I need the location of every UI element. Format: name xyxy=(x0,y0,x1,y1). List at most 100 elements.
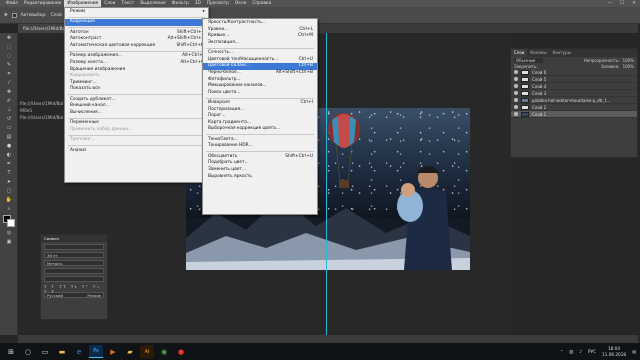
menu-item[interactable]: Коррекция▸ xyxy=(65,19,208,26)
blur-icon[interactable]: ● xyxy=(2,142,16,150)
photoshop-icon[interactable]: Ps xyxy=(89,345,103,358)
tray-arrow-icon[interactable]: ⌃ xyxy=(560,349,564,354)
menu-item[interactable]: Яркость/Контрастность... xyxy=(203,20,317,27)
eye-icon[interactable] xyxy=(514,84,518,88)
eye-icon[interactable] xyxy=(514,98,518,102)
stamp-icon[interactable]: ⊥ xyxy=(2,106,16,114)
menu-item[interactable]: Размер холста... Alt+Ctrl+C xyxy=(65,60,208,67)
zoom-icon[interactable]: ⌕ xyxy=(2,205,16,213)
eye-icon[interactable] xyxy=(514,105,518,109)
layer-row[interactable]: Слой 4 xyxy=(511,83,637,90)
menu-2[interactable]: Изображение xyxy=(64,0,102,7)
edge-icon[interactable]: e xyxy=(72,345,86,358)
style-buttons[interactable]: T T TT Tt T¹ T₁ T Ŧ xyxy=(44,284,104,294)
menu-item[interactable]: Выровнять яркость xyxy=(203,174,317,181)
language-select[interactable]: Русский xyxy=(47,293,63,298)
menu-item[interactable]: Заменить цвет... xyxy=(203,167,317,174)
menu-item[interactable]: Вычисления... xyxy=(65,110,208,117)
media-player-icon[interactable]: ▶ xyxy=(106,345,120,358)
guide-line[interactable] xyxy=(326,33,327,335)
gradient-icon[interactable]: ▤ xyxy=(2,133,16,141)
options-row[interactable]: Русский Резкое xyxy=(44,292,104,298)
chrome-icon[interactable]: ◉ xyxy=(157,345,171,358)
layer-row-selected[interactable]: Слой 1 xyxy=(511,111,637,118)
font-size-field[interactable]: 36 пт xyxy=(44,252,104,258)
menu-item[interactable]: Выборочная коррекция цвета... xyxy=(203,126,317,133)
menu-item[interactable]: Тонирование HDR... xyxy=(203,143,317,150)
search-icon[interactable]: ○ xyxy=(21,345,35,358)
hand-icon[interactable]: ✋ xyxy=(2,196,16,204)
healing-icon[interactable]: ✚ xyxy=(2,88,16,96)
layer-row[interactable]: Слой 3 xyxy=(511,90,637,97)
clock[interactable]: 18:04 11.06.2018 xyxy=(602,346,626,358)
menu-item[interactable]: Внешний канал... xyxy=(65,103,208,110)
layer-row[interactable]: Слой 2 xyxy=(511,104,637,111)
layer-row[interactable]: Слой 5 xyxy=(511,76,637,83)
close-button[interactable]: ✕ xyxy=(628,0,640,7)
menu-item[interactable]: Сочность... xyxy=(203,50,317,57)
path-select-icon[interactable]: ➤ xyxy=(2,178,16,186)
font-family-field[interactable] xyxy=(44,244,104,250)
autoselect-dropdown[interactable]: Слой xyxy=(51,13,62,18)
eye-icon[interactable] xyxy=(514,70,518,74)
menu-item[interactable]: Подобрать цвет... xyxy=(203,160,317,167)
menu-0[interactable]: Файл xyxy=(3,0,21,7)
lasso-icon[interactable]: ◌ xyxy=(2,52,16,60)
move-tool-icon[interactable]: ✥ xyxy=(4,13,8,18)
layer-row[interactable]: palatka-hot-winter-mountains-p_dtr_t... xyxy=(511,97,637,104)
opacity-value[interactable]: 100% xyxy=(623,58,634,63)
windows-icon[interactable]: ⊞ xyxy=(4,345,18,358)
tab-layers[interactable]: Слои xyxy=(511,49,528,57)
eye-icon[interactable] xyxy=(514,91,518,95)
menu-10[interactable]: Справка xyxy=(249,0,274,7)
menu-5[interactable]: Выделение xyxy=(137,0,169,7)
task-view-icon[interactable]: ▭ xyxy=(38,345,52,358)
menu-item[interactable]: Переменные▸ xyxy=(65,120,208,127)
marquee-icon[interactable]: ⬚ xyxy=(2,43,16,51)
notifications-icon[interactable]: ▤ xyxy=(632,349,636,354)
menu-item[interactable]: Автоконтраст Alt+Shift+Ctrl+L xyxy=(65,36,208,43)
menu-item[interactable]: Анализ▸ xyxy=(65,148,208,155)
menu-item[interactable]: Поиск цвета... xyxy=(203,90,317,97)
menu-item[interactable]: Микширование каналов... xyxy=(203,83,317,90)
maximize-button[interactable]: ☐ xyxy=(616,0,628,7)
illustrator-icon[interactable]: Ai xyxy=(140,345,154,358)
menu-item[interactable]: Кривые... Ctrl+M xyxy=(203,33,317,40)
color-swatches[interactable] xyxy=(2,214,16,228)
antialias-select[interactable]: Резкое xyxy=(87,293,101,298)
layer-row[interactable]: Слой 6 xyxy=(511,69,637,76)
brush-icon[interactable]: ✐ xyxy=(2,97,16,105)
pen-icon[interactable]: ✒ xyxy=(2,160,16,168)
menu-item[interactable]: Черно-белое... Alt+Shift+Ctrl+B xyxy=(203,70,317,77)
menu-7[interactable]: 3D xyxy=(192,0,204,7)
file-explorer-icon[interactable]: ▬ xyxy=(55,345,69,358)
tracking-field[interactable] xyxy=(44,268,104,274)
menu-9[interactable]: Окно xyxy=(232,0,249,7)
quick-mask-icon[interactable]: ◎ xyxy=(2,229,16,237)
crop-icon[interactable]: ⌗ xyxy=(2,70,16,78)
language-indicator[interactable]: РУС xyxy=(588,349,596,354)
volume-icon[interactable]: ♪ xyxy=(579,349,582,354)
move-icon[interactable]: ✥ xyxy=(2,34,16,42)
quick-select-icon[interactable]: ✎ xyxy=(2,61,16,69)
menu-item[interactable]: Цветовой баланс... Ctrl+B xyxy=(203,63,317,70)
menu-item[interactable]: Экспозиция... xyxy=(203,40,317,47)
fill-value[interactable]: 100% xyxy=(623,64,634,69)
tab-paths[interactable]: Контуры xyxy=(549,49,573,57)
autoselect-checkbox[interactable] xyxy=(11,12,17,18)
blend-mode-select[interactable]: Обычные xyxy=(514,57,544,63)
dodge-icon[interactable]: ◐ xyxy=(2,151,16,159)
minimize-button[interactable]: — xyxy=(604,0,616,7)
kerning-field[interactable]: Метрич. xyxy=(44,260,104,266)
eye-icon[interactable] xyxy=(514,112,518,116)
menu-3[interactable]: Слои xyxy=(101,0,118,7)
folder-icon[interactable]: ▰ xyxy=(123,345,137,358)
menu-item[interactable]: Режим ▸ xyxy=(65,9,208,16)
type-icon[interactable]: T xyxy=(2,169,16,177)
record-icon[interactable]: ● xyxy=(174,345,188,358)
screen-mode-icon[interactable]: ▣ xyxy=(2,238,16,246)
menu-6[interactable]: Фильтр xyxy=(169,0,192,7)
menu-8[interactable]: Просмотр xyxy=(204,0,232,7)
menu-item[interactable]: Автоматическая цветовая коррекция Shift+C… xyxy=(65,43,208,50)
menu-item[interactable]: Порог... xyxy=(203,113,317,120)
